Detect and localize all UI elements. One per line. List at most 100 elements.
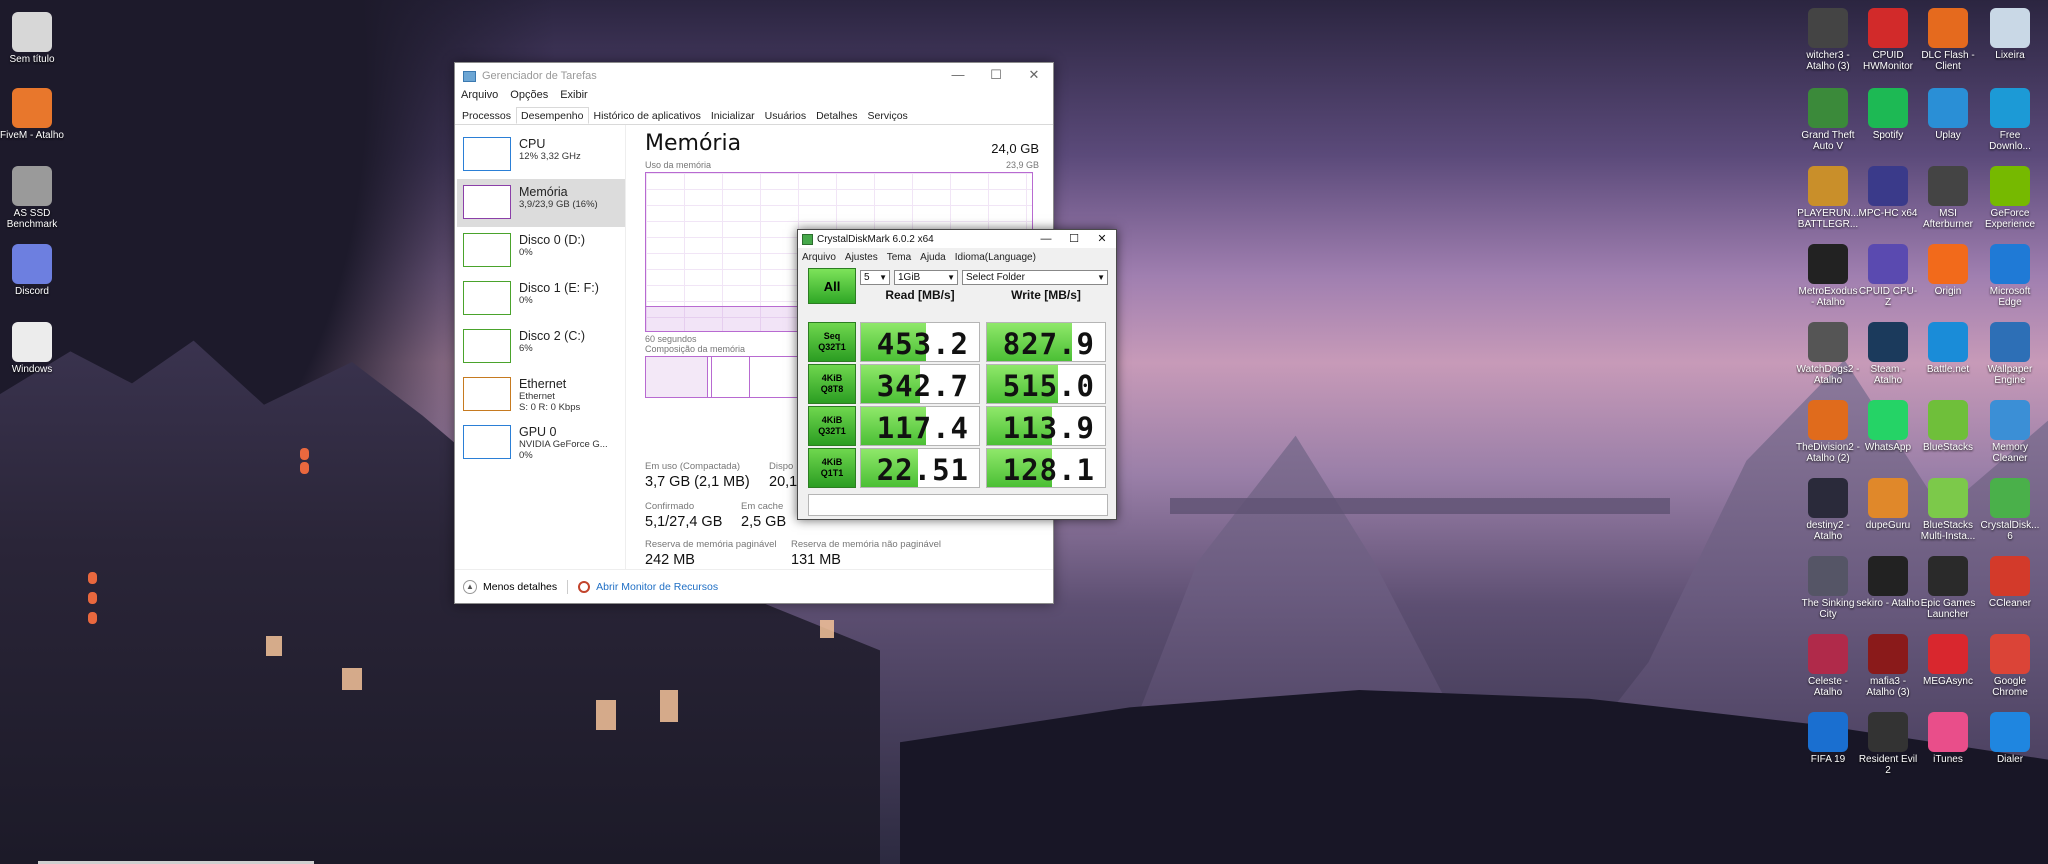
- close-button[interactable]: ✕: [1088, 230, 1116, 248]
- desktop-icon-division2[interactable]: TheDivision2 - Atalho (2): [1796, 396, 1860, 474]
- chevron-up-icon[interactable]: ▲: [463, 579, 477, 594]
- desktop-icon-steam[interactable]: Steam - Atalho: [1856, 318, 1920, 396]
- perf-item-eth[interactable]: Ethernet Ethernet S: 0 R: 0 Kbps: [457, 371, 625, 419]
- all-button[interactable]: All: [808, 268, 856, 304]
- stat-committed-value: 5,1/27,4 GB: [645, 514, 723, 530]
- desktop-icon-fifa19[interactable]: FIFA 19: [1796, 708, 1860, 786]
- cdm-test-label-line2: Q1T1: [820, 468, 844, 478]
- desktop-icon-cpuz[interactable]: CPUID CPU-Z: [1856, 240, 1920, 318]
- test-count-select[interactable]: 5 ▼: [860, 270, 890, 285]
- stat-nonpaged-pool: Reserva de memória não paginável 131 MB: [791, 539, 941, 568]
- desktop-icon-spotify[interactable]: Spotify: [1856, 84, 1920, 162]
- minimize-button[interactable]: —: [1032, 230, 1060, 248]
- perf-item-detail: S: 0 R: 0 Kbps: [519, 402, 581, 413]
- less-details-link[interactable]: Menos detalhes: [483, 581, 557, 593]
- perf-item-cpu[interactable]: CPU 12% 3,32 GHz: [457, 131, 625, 179]
- menu-exibir[interactable]: Exibir: [560, 89, 588, 107]
- tab-usuarios[interactable]: Usuários: [760, 107, 811, 124]
- desktop-icon-ccleaner[interactable]: CCleaner: [1978, 552, 2042, 630]
- desktop-icon-crystaldisk6[interactable]: CrystalDisk... 6: [1978, 474, 2042, 552]
- cdm-titlebar[interactable]: CrystalDiskMark 6.0.2 x64 — ☐ ✕: [798, 230, 1116, 248]
- perf-item-disk[interactable]: Disco 2 (C:) 6%: [457, 323, 625, 371]
- desktop-icon-dlc-client[interactable]: DLC Flash - Client: [1916, 4, 1980, 82]
- desktop-icon-label: Battle.net: [1926, 364, 1970, 375]
- wallpaper-window-light: [660, 690, 678, 722]
- desktop-icon-origin[interactable]: Origin: [1916, 240, 1980, 318]
- desktop-icon-sinking-city[interactable]: The Sinking City: [1796, 552, 1860, 630]
- desktop-icon-memory-cleaner[interactable]: Memory Cleaner: [1978, 396, 2042, 474]
- desktop-icon-free-download[interactable]: Free Downlo...: [1978, 84, 2042, 162]
- cdm-test-button[interactable]: 4KiB Q1T1: [808, 448, 856, 488]
- desktop-icon-witcher3[interactable]: witcher3 - Atalho (3): [1796, 4, 1860, 82]
- desktop-icon-wallpaper-engine[interactable]: Wallpaper Engine: [1978, 318, 2042, 396]
- desktop-icon-battlenet[interactable]: Battle.net: [1916, 318, 1980, 396]
- maximize-button[interactable]: ☐: [1060, 230, 1088, 248]
- tab-detalhes[interactable]: Detalhes: [811, 107, 862, 124]
- desktop-icon-itunes[interactable]: iTunes: [1916, 708, 1980, 786]
- tab-desempenho[interactable]: Desempenho: [516, 107, 589, 124]
- desktop-icon-chrome[interactable]: Google Chrome: [1978, 630, 2042, 708]
- minimize-button[interactable]: —: [939, 63, 977, 89]
- tab-servicos[interactable]: Serviços: [863, 107, 913, 124]
- perf-item-mem[interactable]: Memória 3,9/23,9 GB (16%): [457, 179, 625, 227]
- desktop-icon-dialer[interactable]: Dialer: [1978, 708, 2042, 786]
- close-button[interactable]: ✕: [1015, 63, 1053, 89]
- cdm-menu-tema[interactable]: Tema: [887, 252, 911, 263]
- desktop-icon-label: AS SSD Benchmark: [6, 208, 58, 230]
- desktop-icon-resident-evil-2[interactable]: Resident Evil 2: [1856, 708, 1920, 786]
- menu-arquivo[interactable]: Arquivo: [461, 89, 498, 107]
- task-manager-titlebar[interactable]: Gerenciador de Tarefas — ☐ ✕: [455, 63, 1053, 89]
- perf-item-disk[interactable]: Disco 1 (E: F:) 0%: [457, 275, 625, 323]
- hwmonitor-icon: [1868, 8, 1908, 48]
- desktop-icon-destiny2[interactable]: destiny2 - Atalho: [1796, 474, 1860, 552]
- desktop-icon-epic[interactable]: Epic Games Launcher: [1916, 552, 1980, 630]
- desktop-icon-discord[interactable]: Discord: [0, 240, 64, 318]
- desktop-icon-mpc-hc[interactable]: MPC-HC x64: [1856, 162, 1920, 240]
- maximize-button[interactable]: ☐: [977, 63, 1015, 89]
- desktop-icon-msi-afterburner[interactable]: MSI Afterburner: [1916, 162, 1980, 240]
- resource-monitor-icon[interactable]: [578, 580, 591, 593]
- desktop-icon-as-ssd[interactable]: AS SSD Benchmark: [0, 162, 64, 240]
- cdm-menu-idioma[interactable]: Idioma(Language): [955, 252, 1036, 263]
- crystaldiskmark-window[interactable]: CrystalDiskMark 6.0.2 x64 — ☐ ✕ Arquivo …: [797, 229, 1117, 520]
- desktop-icon-dupeguru[interactable]: dupeGuru: [1856, 474, 1920, 552]
- desktop-icon-bluestacks-multi[interactable]: BlueStacks Multi-Insta...: [1916, 474, 1980, 552]
- desktop-icon-whatsapp[interactable]: WhatsApp: [1856, 396, 1920, 474]
- cdm-menu-arquivo[interactable]: Arquivo: [802, 252, 836, 263]
- folder-select[interactable]: Select Folder ▼: [962, 270, 1108, 285]
- desktop-icon-lixeira[interactable]: Lixeira: [1978, 4, 2042, 82]
- desktop-icon-geforce[interactable]: GeForce Experience: [1978, 162, 2042, 240]
- tab-inicializar[interactable]: Inicializar: [706, 107, 760, 124]
- cdm-test-button[interactable]: Seq Q32T1: [808, 322, 856, 362]
- desktop-icon-celeste[interactable]: Celeste - Atalho: [1796, 630, 1860, 708]
- cdm-write-cell: 515.0: [986, 364, 1106, 404]
- desktop-icon-label: The Sinking City: [1801, 598, 1855, 620]
- cdm-test-button[interactable]: 4KiB Q8T8: [808, 364, 856, 404]
- cdm-menu-ajuda[interactable]: Ajuda: [920, 252, 946, 263]
- desktop-icon-bluestacks[interactable]: BlueStacks: [1916, 396, 1980, 474]
- open-resource-monitor-link[interactable]: Abrir Monitor de Recursos: [596, 581, 718, 593]
- wallpaper-high-bridge: [1170, 498, 1670, 514]
- desktop-icon-metro[interactable]: MetroExodus - Atalho: [1796, 240, 1860, 318]
- tab-historico[interactable]: Histórico de aplicativos: [589, 107, 706, 124]
- desktop-icon-sekiro[interactable]: sekiro - Atalho: [1856, 552, 1920, 630]
- desktop-icon-megasync[interactable]: MEGAsync: [1916, 630, 1980, 708]
- tab-processos[interactable]: Processos: [457, 107, 516, 124]
- desktop-icon-cpuid-hwmonitor[interactable]: CPUID HWMonitor: [1856, 4, 1920, 82]
- perf-item-gpu[interactable]: GPU 0 NVIDIA GeForce G... 0%: [457, 419, 625, 467]
- desktop-icon-watchdogs2[interactable]: WatchDogs2 - Atalho: [1796, 318, 1860, 396]
- desktop-icon-edge[interactable]: Microsoft Edge: [1978, 240, 2042, 318]
- desktop-icon-windows[interactable]: Windows: [0, 318, 64, 396]
- cdm-test-button[interactable]: 4KiB Q32T1: [808, 406, 856, 446]
- comment-field[interactable]: [808, 494, 1108, 516]
- test-size-select[interactable]: 1GiB ▼: [894, 270, 958, 285]
- menu-opcoes[interactable]: Opções: [510, 89, 548, 107]
- perf-item-disk[interactable]: Disco 0 (D:) 0%: [457, 227, 625, 275]
- desktop-icon-fivem[interactable]: FiveM - Atalho: [0, 84, 64, 162]
- desktop-icon-uplay[interactable]: Uplay: [1916, 84, 1980, 162]
- desktop-icon-pubg[interactable]: PLAYERUN... BATTLEGR...: [1796, 162, 1860, 240]
- desktop-icon-sem-titulo[interactable]: Sem título: [0, 8, 64, 86]
- cdm-menu-ajustes[interactable]: Ajustes: [845, 252, 878, 263]
- desktop-icon-mafia3[interactable]: mafia3 - Atalho (3): [1856, 630, 1920, 708]
- desktop-icon-gta5[interactable]: Grand Theft Auto V: [1796, 84, 1860, 162]
